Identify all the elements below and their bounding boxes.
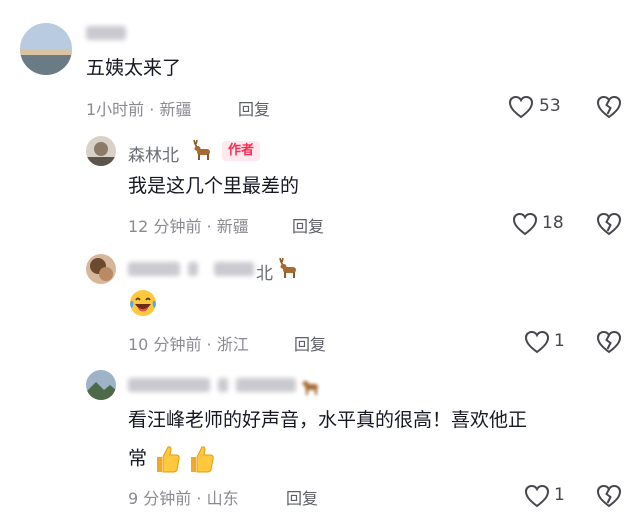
broken-heart-icon[interactable]	[596, 330, 622, 354]
avatar[interactable]	[86, 254, 116, 284]
like-count: 18	[542, 213, 564, 233]
comment-time: 10 分钟前	[128, 335, 202, 354]
meta-separator: ·	[206, 335, 212, 354]
broken-heart-icon[interactable]	[596, 95, 622, 119]
comment-meta: 9 分钟前 · 山东	[128, 485, 239, 509]
like-button[interactable]: 1	[524, 483, 569, 509]
comment-time: 1小时前	[86, 100, 145, 119]
comment-text-line-2-text: 常	[128, 447, 148, 470]
comment-text: 我是这几个里最差的	[128, 175, 300, 197]
meta-separator: ·	[206, 217, 212, 236]
avatar[interactable]	[86, 370, 116, 400]
author-name-redacted[interactable]	[86, 26, 126, 40]
broken-heart-icon[interactable]	[596, 212, 622, 236]
like-count: 53	[539, 96, 561, 116]
author-badge: 作者	[222, 141, 261, 161]
comment-time: 12 分钟前	[128, 217, 202, 236]
like-count: 1	[554, 331, 565, 351]
comment-location: 浙江	[216, 335, 249, 354]
broken-heart-icon[interactable]	[596, 484, 622, 508]
author-name-redacted	[236, 378, 296, 392]
thumbs-up-emoji-icon	[191, 445, 214, 472]
comment-time: 9 分钟前	[128, 489, 192, 508]
author-name[interactable]: 森林北	[128, 141, 179, 166]
meta-separator: ·	[196, 489, 202, 508]
like-button[interactable]: 53	[508, 94, 568, 120]
comment-text-line-2: 常	[128, 442, 215, 475]
author-name-redacted[interactable]	[128, 262, 180, 276]
meta-separator: ·	[149, 100, 155, 119]
heart-icon	[524, 484, 550, 508]
like-button[interactable]: 18	[512, 211, 572, 237]
heart-icon	[512, 212, 538, 236]
comment-text-line-1: 看汪峰老师的好声音，水平真的很高！喜欢他正	[128, 409, 528, 431]
author-name-redacted	[188, 262, 198, 276]
deer-emoji-icon	[298, 374, 322, 396]
comment-location: 山东	[206, 489, 239, 508]
author-name[interactable]: 北	[256, 259, 273, 284]
reply-button[interactable]: 回复	[292, 213, 324, 237]
comment-1: 五姨太来了 1小时前 · 新疆 回复 53	[0, 0, 640, 120]
comment-2: 森林北 作者 我是这几个里最差的 12 分钟前 · 新疆 回复 18	[0, 130, 640, 240]
comment-meta: 10 分钟前 · 浙江	[128, 331, 249, 355]
author-name-redacted	[214, 262, 254, 276]
heart-icon	[524, 330, 550, 354]
avatar[interactable]	[86, 136, 116, 166]
like-count: 1	[554, 485, 565, 505]
comment-location: 新疆	[216, 217, 249, 236]
comment-4: 看汪峰老师的好声音，水平真的很高！喜欢他正 常 9 分钟前 · 山东 回复 1	[0, 364, 640, 531]
deer-emoji-icon	[279, 257, 296, 278]
author-name-redacted[interactable]	[128, 378, 210, 392]
comment-meta: 1小时前 · 新疆	[86, 96, 191, 120]
like-button[interactable]: 1	[524, 329, 569, 355]
comment-3: 北 10 分钟前 · 浙江 回复 1	[0, 248, 640, 358]
comment-location: 新疆	[159, 100, 192, 119]
reply-button[interactable]: 回复	[238, 96, 270, 120]
comment-text: 五姨太来了	[86, 57, 182, 79]
author-name-redacted	[218, 378, 228, 392]
heart-icon	[508, 95, 534, 119]
avatar[interactable]	[20, 23, 72, 75]
reply-button[interactable]: 回复	[286, 485, 318, 509]
deer-emoji-icon	[193, 139, 210, 160]
thumbs-up-emoji-icon	[157, 445, 180, 472]
laughing-cry-emoji-icon	[130, 290, 156, 316]
reply-button[interactable]: 回复	[294, 331, 326, 355]
comment-meta: 12 分钟前 · 新疆	[128, 213, 249, 237]
